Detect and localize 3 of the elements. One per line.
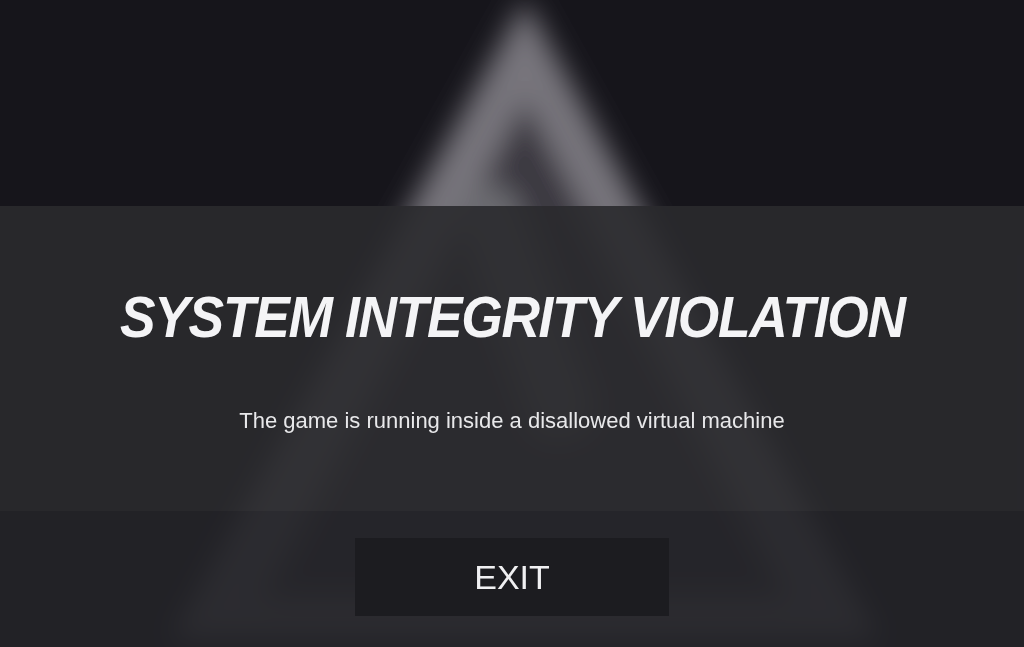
dialog-title: SYSTEM INTEGRITY VIOLATION — [119, 288, 905, 346]
dialog-message: The game is running inside a disallowed virtual machine — [239, 407, 785, 435]
exit-button[interactable]: EXIT — [355, 538, 669, 616]
